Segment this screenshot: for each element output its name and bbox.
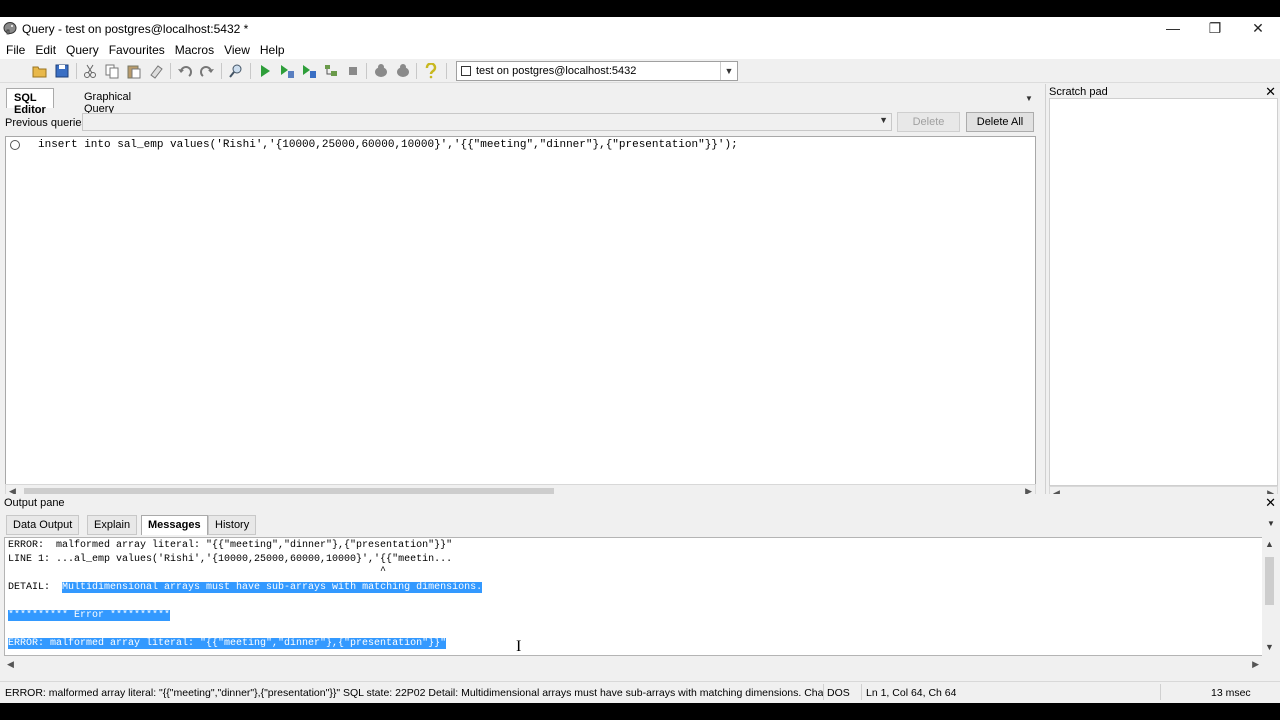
status-bar: ERROR: malformed array literal: "{{"meet… [0, 681, 1280, 703]
menu-query[interactable]: Query [62, 40, 103, 57]
connection-label: test on postgres@localhost:5432 [476, 65, 637, 77]
find-icon[interactable] [228, 63, 244, 79]
menu-bar: File Edit Query Favourites Macros View Help [0, 40, 1280, 59]
close-window-button[interactable]: ✕ [1236, 17, 1280, 40]
scratch-pad-title: Scratch pad [1049, 86, 1108, 98]
title-bar: Query - test on postgres@localhost:5432 … [0, 17, 1280, 40]
messages-output[interactable]: ERROR: malformed array literal: "{{"meet… [4, 537, 1264, 656]
tab-messages[interactable]: Messages [141, 515, 208, 535]
minimize-button[interactable]: — [1151, 17, 1195, 40]
delete-button[interactable]: Delete [897, 112, 960, 132]
vacuum-icon[interactable] [395, 63, 411, 79]
chevron-down-icon[interactable]: ▼ [720, 62, 737, 80]
undo-icon[interactable] [177, 63, 193, 79]
connection-select[interactable]: test on postgres@localhost:5432 ▼ [456, 61, 738, 81]
explain-analyze-icon[interactable] [373, 63, 389, 79]
delete-all-button[interactable]: Delete All [966, 112, 1034, 132]
text-cursor-icon: I [516, 638, 522, 655]
execute-to-file-icon[interactable] [301, 63, 317, 79]
scrollbar-thumb[interactable] [1265, 557, 1274, 605]
copy-icon[interactable] [104, 63, 120, 79]
clear-icon[interactable] [148, 63, 164, 79]
cancel-icon[interactable] [345, 63, 361, 79]
message-line: ERROR: malformed array literal: "{{"meet… [8, 540, 453, 551]
output-pane: Output pane ✕ Data Output Explain Messag… [0, 494, 1280, 689]
menu-edit[interactable]: Edit [31, 40, 60, 57]
sql-text[interactable]: insert into sal_emp values('Rishi','{100… [38, 139, 738, 151]
message-line: ERROR: malformed array literal: "{{"meet… [8, 638, 447, 649]
tab-graphical-query-builder[interactable]: Graphical Query Builder [77, 88, 138, 127]
execute-icon[interactable] [257, 63, 273, 79]
window-title: Query - test on postgres@localhost:5432 … [22, 22, 249, 36]
restore-button[interactable]: ❐ [1193, 17, 1237, 40]
menu-help[interactable]: Help [256, 40, 289, 57]
chevron-down-icon: ▼ [879, 115, 888, 125]
scratch-pad-panel: Scratch pad ✕ ◀ ▶ [1045, 84, 1280, 504]
save-icon[interactable] [54, 63, 70, 79]
status-cursor-position: Ln 1, Col 64, Ch 64 [866, 687, 957, 699]
help-icon[interactable] [423, 63, 439, 79]
selected-error-banner: ********** Error ********** [8, 610, 171, 621]
menu-favourites[interactable]: Favourites [105, 40, 169, 57]
message-line: LINE 1: ...al_emp values('Rishi','{10000… [8, 554, 453, 565]
redo-icon[interactable] [199, 63, 215, 79]
explain-icon[interactable] [323, 63, 339, 79]
status-message: ERROR: malformed array literal: "{{"meet… [5, 687, 823, 699]
previous-queries-label: Previous queries [5, 117, 87, 129]
detail-prefix: DETAIL: [8, 582, 63, 593]
message-line: ********** Error ********** [8, 610, 171, 621]
previous-queries-select[interactable]: ▼ [82, 113, 892, 131]
connection-checkbox[interactable] [461, 66, 471, 76]
message-line: DETAIL: Multidimensional arrays must hav… [8, 582, 483, 593]
execute-pgscript-icon[interactable] [279, 63, 295, 79]
tab-history[interactable]: History [208, 515, 257, 535]
menu-macros[interactable]: Macros [171, 40, 218, 57]
sql-editor-panel: SQL Editor Graphical Query Builder ▼ Pre… [0, 84, 1040, 504]
output-pane-title: Output pane [4, 497, 65, 509]
sql-editor[interactable]: insert into sal_emp values('Rishi','{100… [5, 136, 1036, 486]
pgadmin-elephant-icon [3, 22, 17, 35]
panel-menu-icon[interactable]: ▼ [1267, 519, 1275, 528]
menu-view[interactable]: View [220, 40, 254, 57]
paste-icon[interactable] [126, 63, 142, 79]
scratch-pad-textarea[interactable] [1049, 98, 1278, 486]
open-icon[interactable] [32, 63, 48, 79]
message-line: ^ [8, 566, 387, 577]
cut-icon[interactable] [82, 63, 98, 79]
close-icon[interactable]: ✕ [1265, 495, 1276, 511]
selected-error-text: ERROR: malformed array literal: "{{"meet… [8, 638, 447, 649]
bookmark-marker-icon [10, 140, 20, 150]
tab-data-output[interactable]: Data Output [6, 515, 80, 535]
status-line-ending: DOS [827, 687, 850, 699]
query-window: Query - test on postgres@localhost:5432 … [0, 17, 1280, 703]
selected-detail-text: Multidimensional arrays must have sub-ar… [62, 582, 483, 593]
tab-explain[interactable]: Explain [87, 515, 138, 535]
menu-file[interactable]: File [2, 40, 29, 57]
panel-menu-icon[interactable]: ▼ [1025, 94, 1033, 103]
tab-sql-editor[interactable]: SQL Editor [6, 88, 54, 116]
messages-vertical-scrollbar[interactable]: ▲ ▼ [1262, 537, 1277, 656]
toolbar: test on postgres@localhost:5432 ▼ [0, 59, 1280, 83]
status-duration: 13 msec [1211, 687, 1251, 699]
messages-horizontal-scrollbar[interactable]: ◀ ▶ [4, 658, 1262, 674]
